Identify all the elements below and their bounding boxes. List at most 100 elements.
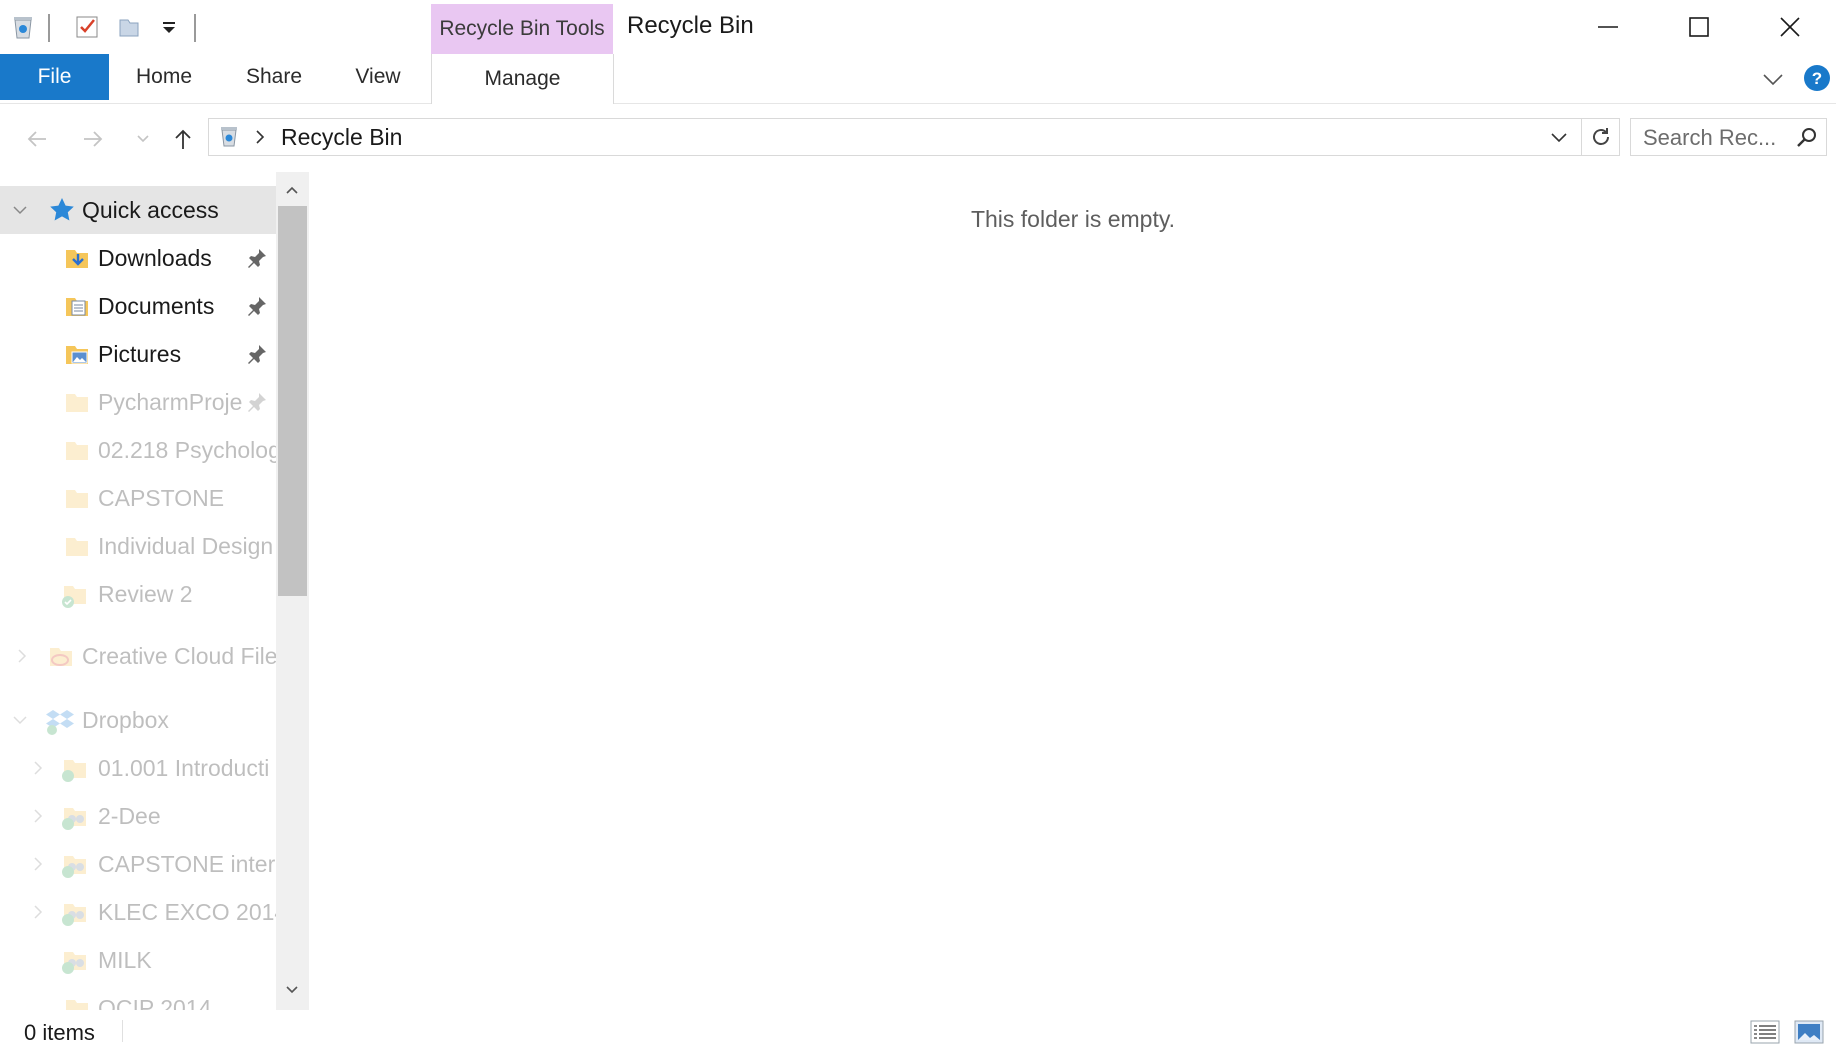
sidebar-item-downloads[interactable]: Downloads — [0, 234, 276, 282]
search-box[interactable]: Search Rec... — [1630, 118, 1827, 156]
expand-ribbon-icon[interactable] — [1760, 66, 1786, 92]
sidebar-item-individual-design[interactable]: Individual Design — [0, 522, 276, 570]
sidebar-item-capstone[interactable]: CAPSTONE — [0, 474, 276, 522]
customize-qat-icon[interactable] — [156, 14, 182, 40]
shared-folder-icon — [60, 947, 90, 975]
tab-home[interactable]: Home — [120, 54, 208, 100]
maximize-button[interactable] — [1654, 0, 1744, 54]
sidebar-item-label: Pictures — [98, 340, 182, 367]
documents-folder-icon — [64, 293, 90, 319]
tab-share[interactable]: Share — [230, 54, 318, 100]
folder-icon — [64, 437, 90, 463]
sidebar-item-psychology[interactable]: 02.218 Psycholog — [0, 426, 276, 474]
recycle-bin-icon[interactable] — [10, 14, 36, 40]
tab-manage[interactable]: Manage — [431, 54, 614, 104]
pin-icon[interactable] — [245, 294, 269, 318]
pin-icon[interactable] — [245, 342, 269, 366]
sidebar-item-ocip[interactable]: OCIP 2014 — [0, 984, 276, 1010]
expand-chevron-icon[interactable] — [30, 808, 46, 824]
sidebar-item-label: Individual Design — [98, 532, 274, 559]
sidebar-item-milk[interactable]: MILK — [0, 936, 276, 984]
folder-icon — [64, 389, 90, 415]
sidebar-item-label: CAPSTONE intera — [98, 850, 276, 877]
status-bar: 0 items — [0, 1010, 1836, 1050]
folder-icon — [64, 485, 90, 511]
file-list-area[interactable]: This folder is empty. — [310, 172, 1836, 1010]
sidebar-item-label: PycharmProje — [98, 388, 243, 415]
expand-chevron-icon[interactable] — [14, 648, 30, 664]
close-button[interactable] — [1745, 0, 1835, 54]
shared-folder-icon — [60, 851, 90, 879]
sidebar-item-pictures[interactable]: Pictures — [0, 330, 276, 378]
new-folder-icon[interactable] — [116, 14, 142, 40]
refresh-icon[interactable] — [1581, 119, 1619, 155]
expand-chevron-icon[interactable] — [30, 856, 46, 872]
sidebar-item-documents[interactable]: Documents — [0, 282, 276, 330]
sidebar-item-label: Review 2 — [98, 580, 193, 607]
sidebar-scrollbar[interactable] — [276, 172, 309, 1010]
folder-icon — [64, 533, 90, 559]
sidebar-item-2-dee[interactable]: 2-Dee — [0, 792, 276, 840]
sidebar-item-klec-exco[interactable]: KLEC EXCO 2014 — [0, 888, 276, 936]
sidebar-item-dropbox[interactable]: Dropbox — [0, 696, 276, 744]
scroll-up-icon[interactable] — [284, 182, 300, 198]
sidebar-item-capstone-interactive[interactable]: CAPSTONE intera — [0, 840, 276, 888]
expand-chevron-icon[interactable] — [12, 712, 28, 728]
forward-button[interactable] — [76, 122, 110, 156]
pictures-folder-icon — [64, 341, 90, 367]
sidebar-item-label: Documents — [98, 292, 215, 319]
up-button[interactable] — [166, 122, 200, 156]
title-bar: Recycle Bin Tools Recycle Bin — [0, 0, 1836, 54]
qat-separator — [48, 14, 50, 42]
properties-icon[interactable] — [74, 14, 100, 40]
expand-chevron-icon[interactable] — [30, 760, 46, 776]
expand-chevron-icon[interactable] — [30, 904, 46, 920]
sidebar-item-creative-cloud[interactable]: Creative Cloud File — [0, 632, 276, 680]
sidebar-item-review-2[interactable]: Review 2 — [0, 570, 276, 618]
details-view-icon[interactable] — [1750, 1020, 1780, 1044]
window-title: Recycle Bin — [627, 12, 754, 39]
sidebar-item-label: 02.218 Psycholog — [98, 436, 276, 463]
sidebar-item-label: CAPSTONE — [98, 484, 225, 511]
ribbon-tabs: File Home Share View Manage ? — [0, 54, 1836, 104]
expand-chevron-icon[interactable] — [12, 202, 28, 218]
sidebar-item-label: KLEC EXCO 2014 — [98, 898, 276, 925]
shared-folder-icon — [60, 803, 90, 831]
navigation-pane: Quick access Downloads Documents Picture… — [0, 186, 276, 1010]
downloads-folder-icon — [64, 245, 90, 271]
sidebar-item-label: 2-Dee — [98, 802, 161, 829]
sidebar-item-label: Dropbox — [82, 706, 169, 733]
breadcrumb-chevron-icon[interactable] — [253, 129, 267, 145]
breadcrumb-recycle-bin[interactable]: Recycle Bin — [281, 124, 402, 151]
scroll-down-icon[interactable] — [284, 982, 300, 998]
star-icon — [48, 196, 76, 224]
sidebar-item-label: OCIP 2014 — [98, 994, 212, 1011]
folder-icon — [64, 995, 90, 1010]
pin-icon[interactable] — [245, 390, 269, 414]
sidebar-item-quick-access[interactable]: Quick access — [0, 186, 276, 234]
back-button[interactable] — [20, 122, 54, 156]
recycle-bin-tools-tab: Recycle Bin Tools — [431, 4, 613, 54]
shared-folder-icon — [60, 899, 90, 927]
minimize-button[interactable] — [1563, 0, 1653, 54]
search-input[interactable]: Search Rec... — [1643, 125, 1776, 151]
sidebar-item-introduction[interactable]: 01.001 Introducti — [0, 744, 276, 792]
address-bar[interactable]: Recycle Bin — [208, 118, 1620, 156]
sidebar-item-label: 01.001 Introducti — [98, 754, 270, 781]
large-icons-view-icon[interactable] — [1794, 1020, 1824, 1044]
scroll-thumb[interactable] — [278, 206, 307, 596]
tab-file[interactable]: File — [0, 54, 109, 100]
synced-folder-icon — [60, 581, 88, 609]
address-dropdown-icon[interactable] — [1549, 129, 1569, 147]
creative-cloud-icon — [46, 643, 74, 671]
tab-view[interactable]: View — [338, 54, 418, 100]
sidebar-item-pycharmprojects[interactable]: PycharmProje — [0, 378, 276, 426]
synced-folder-icon — [60, 755, 88, 783]
items-count: 0 items — [24, 1020, 95, 1045]
recent-locations-button[interactable] — [126, 122, 160, 156]
help-icon[interactable]: ? — [1803, 64, 1831, 92]
pin-icon[interactable] — [245, 246, 269, 270]
qat-separator — [194, 14, 196, 42]
search-icon[interactable] — [1795, 126, 1819, 150]
svg-text:?: ? — [1812, 69, 1822, 88]
